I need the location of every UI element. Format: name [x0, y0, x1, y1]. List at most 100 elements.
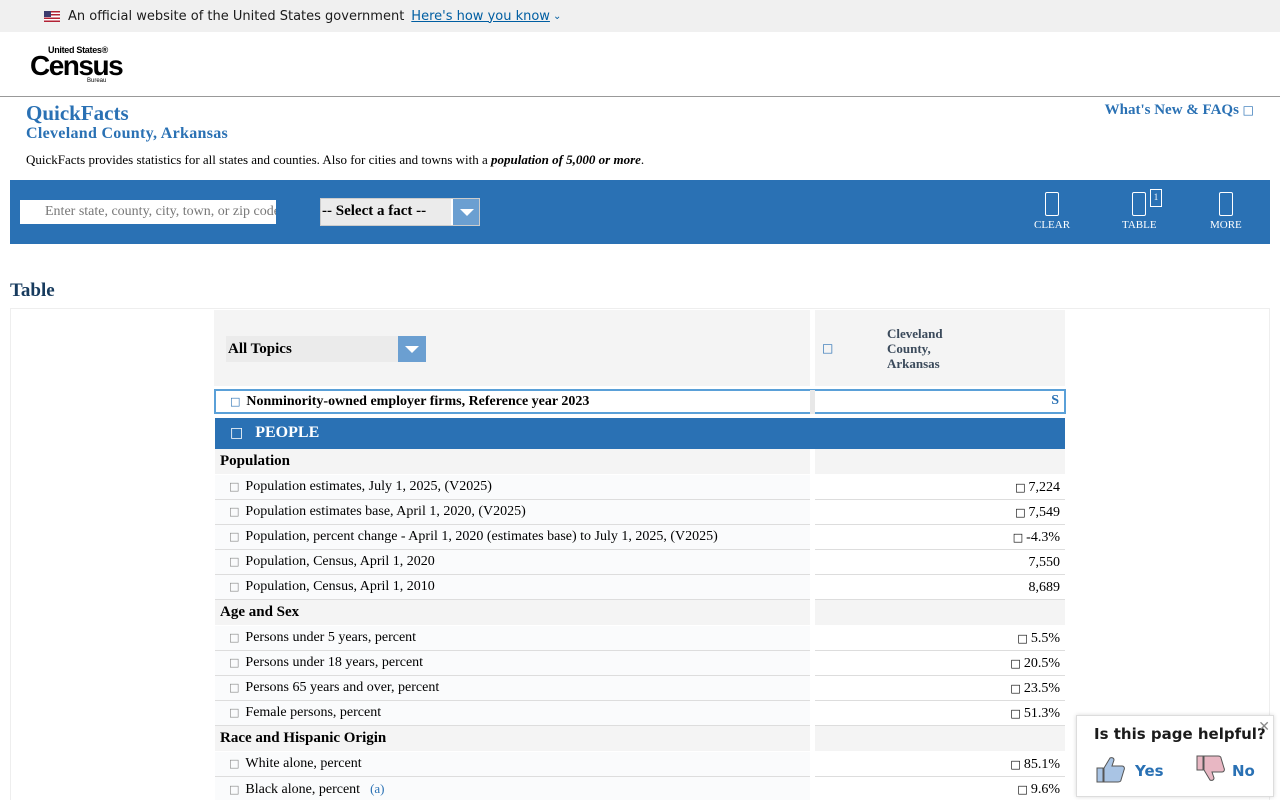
- more-icon: [1218, 192, 1233, 216]
- fact-value-text: 85.1%: [1023, 757, 1060, 772]
- fact-label[interactable]: □ Black alone, percent (a): [215, 777, 810, 800]
- footnote-link[interactable]: (a): [370, 781, 384, 796]
- people-section-label: PEOPLE: [255, 424, 320, 441]
- whats-new-link[interactable]: What's New & FAQs □: [1105, 102, 1254, 119]
- table-row: □ Black alone, percent (a) □ 9.6%: [215, 777, 1065, 800]
- info-icon[interactable]: □: [822, 341, 833, 355]
- fact-value: □ 85.1%: [815, 752, 1065, 777]
- feedback-no-button[interactable]: No: [1232, 762, 1255, 780]
- more-button[interactable]: MORE: [1210, 192, 1242, 231]
- info-icon[interactable]: □: [229, 681, 239, 694]
- fact-label[interactable]: □ Population, Census, April 1, 2020: [215, 550, 810, 575]
- fact-label-text: Female persons, percent: [245, 705, 382, 720]
- census-logo[interactable]: United States® Census Bureau: [30, 44, 124, 84]
- info-icon[interactable]: □: [229, 706, 239, 719]
- fact-value-text: 7,550: [1028, 555, 1061, 570]
- fact-value: □ 20.5%: [815, 651, 1065, 676]
- info-icon[interactable]: □: [230, 395, 240, 408]
- table-count-badge: 1: [1150, 189, 1162, 207]
- close-icon[interactable]: ✕: [1258, 719, 1270, 735]
- info-icon[interactable]: □: [229, 631, 239, 644]
- fact-value: [815, 600, 1065, 625]
- topics-select[interactable]: All Topics: [226, 336, 426, 362]
- thumbs-up-icon[interactable]: [1095, 754, 1127, 784]
- table-row: □ Persons under 5 years, percent □ 5.5%: [215, 626, 1065, 651]
- fact-value: □ -4.3%: [815, 525, 1065, 550]
- fact-value: □ 5.5%: [815, 626, 1065, 651]
- fact-label-text: Age and Sex: [220, 604, 300, 620]
- info-icon[interactable]: □: [229, 555, 239, 568]
- fact-value: □ 23.5%: [815, 676, 1065, 701]
- heres-how-you-know-link[interactable]: Here's how you know: [411, 9, 550, 24]
- section-label: Race and Hispanic Origin: [215, 726, 810, 751]
- chevron-down-icon: [398, 336, 426, 362]
- info-icon[interactable]: □: [229, 783, 239, 796]
- fact-label[interactable]: □ Population estimates base, April 1, 202…: [215, 500, 810, 525]
- fact-value-text: 51.3%: [1023, 706, 1060, 721]
- table-button[interactable]: 1 TABLE: [1122, 189, 1162, 231]
- clear-button[interactable]: CLEAR: [1034, 192, 1070, 231]
- fact-label-text: Population, Census, April 1, 2020: [245, 554, 435, 569]
- fact-label[interactable]: □ Population, percent change - April 1, 2…: [215, 525, 810, 550]
- table-row: □ Population, Census, April 1, 2010 8,689: [215, 575, 1065, 600]
- fact-label-text: Persons under 5 years, percent: [245, 630, 417, 645]
- value-flag-icon[interactable]: □: [1015, 481, 1025, 494]
- page-description: QuickFacts provides statistics for all s…: [26, 152, 644, 168]
- value-flag-icon[interactable]: □: [1010, 682, 1020, 695]
- feedback-yes-button[interactable]: Yes: [1135, 762, 1164, 780]
- fact-label[interactable]: □ Population estimates, July 1, 2025, (V2…: [215, 475, 810, 500]
- value-flag-icon[interactable]: □: [1010, 707, 1020, 720]
- fact-label[interactable]: □ Population, Census, April 1, 2010: [215, 575, 810, 600]
- fact-value: □ 7,224: [815, 475, 1065, 500]
- info-icon[interactable]: □: [229, 656, 239, 669]
- people-icon: □: [230, 425, 244, 441]
- info-icon[interactable]: □: [229, 757, 239, 770]
- value-flag-icon[interactable]: □: [1017, 632, 1027, 645]
- section-label: Population: [215, 449, 810, 474]
- logo-line-2: Census: [30, 50, 124, 81]
- info-icon[interactable]: □: [229, 505, 239, 518]
- fact-label[interactable]: □ Persons under 5 years, percent: [215, 626, 810, 651]
- table-icon: [1132, 192, 1147, 216]
- fact-label[interactable]: □ Persons under 18 years, percent: [215, 651, 810, 676]
- clear-label: CLEAR: [1034, 219, 1071, 231]
- table-label: TABLE: [1122, 219, 1157, 231]
- description-prefix: QuickFacts provides statistics for all s…: [26, 152, 492, 167]
- value-flag-icon[interactable]: □: [1015, 506, 1025, 519]
- gov-banner: An official website of the United States…: [0, 0, 1280, 32]
- clear-icon: [1045, 192, 1060, 216]
- fact-value-text: 20.5%: [1023, 656, 1060, 671]
- value-flag-icon[interactable]: □: [1010, 657, 1020, 670]
- fact-select[interactable]: -- Select a fact --: [320, 198, 480, 226]
- logo-line-3: Bureau: [87, 78, 107, 84]
- fact-value: □ 9.6%: [815, 777, 1065, 800]
- fact-label-text: Black alone, percent: [245, 782, 361, 797]
- fact-value: 8,689: [815, 575, 1065, 600]
- column-header: □ Cleveland County, Arkansas: [815, 310, 1065, 386]
- value-flag-icon[interactable]: □: [1017, 783, 1027, 796]
- selected-fact-value: S: [1051, 393, 1059, 408]
- table-section-row: Age and Sex: [215, 600, 1065, 626]
- fact-label[interactable]: □ Female persons, percent: [215, 701, 810, 726]
- chevron-down-icon: [451, 199, 479, 225]
- table-row: □ Population, percent change - April 1, 2…: [215, 525, 1065, 550]
- info-icon[interactable]: □: [229, 530, 239, 543]
- value-flag-icon[interactable]: □: [1013, 531, 1023, 544]
- selected-fact-row[interactable]: □ Nonminority-owned employer firms, Refer…: [214, 389, 1066, 414]
- fact-value-text: 7,549: [1028, 505, 1061, 520]
- people-section-header[interactable]: □ PEOPLE: [215, 418, 1065, 449]
- fact-label[interactable]: □ Persons 65 years and over, percent: [215, 676, 810, 701]
- page-title[interactable]: QuickFacts: [26, 101, 129, 126]
- chevron-down-icon[interactable]: ⌄: [553, 11, 561, 22]
- value-flag-icon[interactable]: □: [1010, 758, 1020, 771]
- column-header-name[interactable]: Cleveland County, Arkansas: [887, 326, 977, 371]
- info-icon[interactable]: □: [229, 580, 239, 593]
- fact-value: 7,550: [815, 550, 1065, 575]
- fact-value: □ 51.3%: [815, 701, 1065, 726]
- thumbs-down-icon[interactable]: [1195, 754, 1227, 784]
- location-search-input[interactable]: [20, 200, 276, 224]
- fact-value-text: -4.3%: [1026, 530, 1060, 545]
- fact-label-text: White alone, percent: [245, 756, 362, 771]
- fact-label[interactable]: □ White alone, percent: [215, 752, 810, 777]
- info-icon[interactable]: □: [229, 480, 239, 493]
